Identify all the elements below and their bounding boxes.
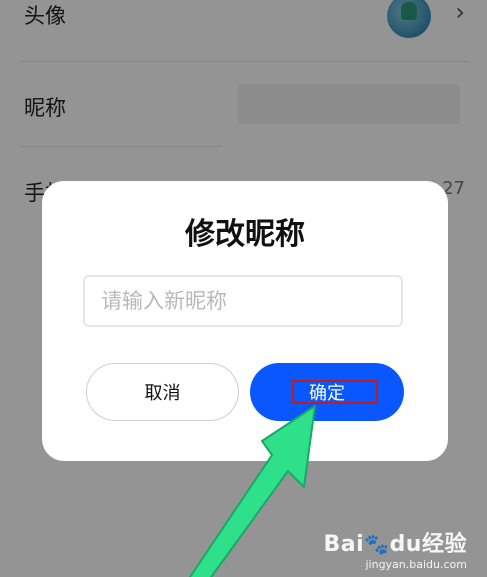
watermark-brand: Bai <box>323 532 365 557</box>
watermark-brand3: 经验 <box>421 532 467 557</box>
pointer-arrow-icon <box>188 405 316 577</box>
watermark-url: jingyan.baidu.com <box>365 558 467 571</box>
baidu-jingyan-watermark: Bai🐾du经验 jingyan.baidu.com <box>324 526 468 571</box>
watermark-logo: Bai🐾du经验 <box>324 526 468 558</box>
watermark-brand2: du <box>389 532 422 557</box>
paw-icon: 🐾 <box>364 532 390 556</box>
